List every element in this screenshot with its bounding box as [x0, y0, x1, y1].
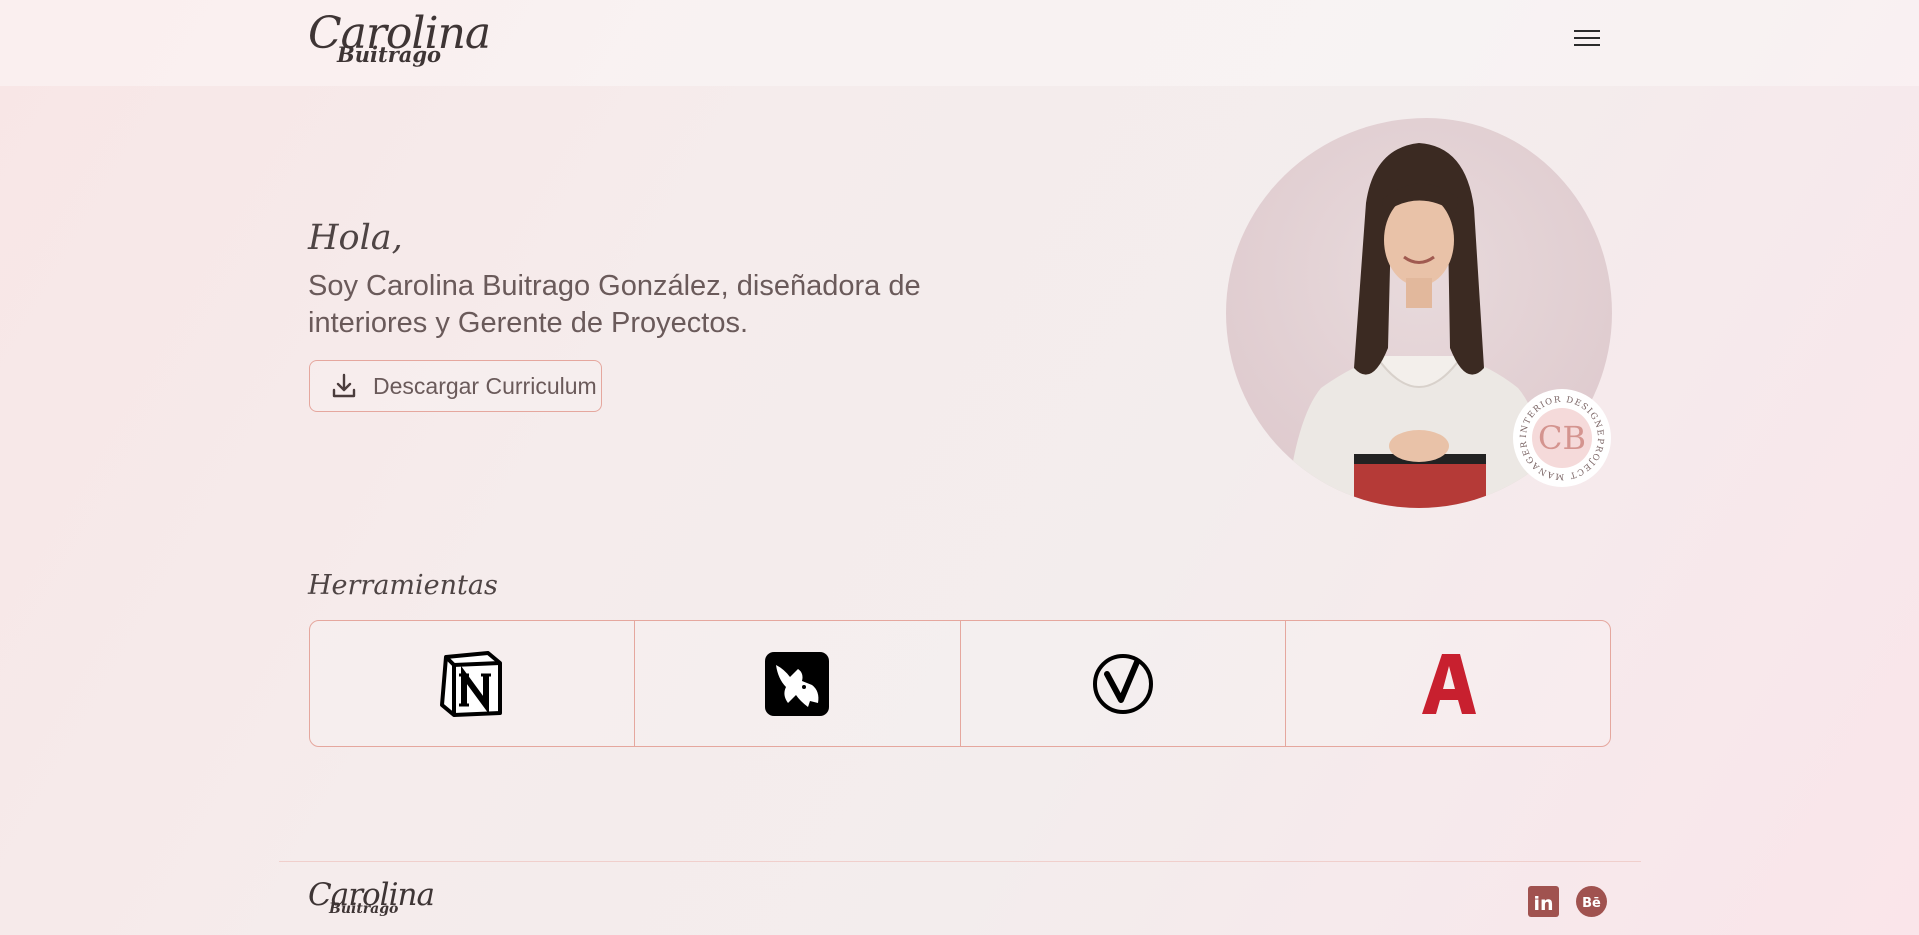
linkedin-glyph: in [1533, 893, 1553, 915]
vray-icon [1092, 653, 1153, 714]
badge-monogram: CB [1538, 419, 1586, 457]
download-icon [332, 373, 356, 398]
tools-title: Herramientas [308, 570, 498, 601]
behance-glyph: Bē [1582, 896, 1601, 911]
download-cv-button[interactable]: Descargar Curriculum [309, 360, 602, 412]
hero-greeting: Hola, [308, 218, 403, 258]
footer-divider [279, 861, 1641, 862]
hamburger-menu-icon[interactable] [1574, 30, 1600, 50]
rhino-icon [765, 651, 830, 716]
hero-intro-text: Soy Carolina Buitrago González, diseñado… [308, 270, 921, 339]
tools-grid [309, 620, 1611, 747]
top-navbar [0, 0, 1919, 86]
autocad-icon [1421, 653, 1476, 714]
tool-vray [961, 621, 1286, 746]
linkedin-icon[interactable]: in [1528, 886, 1559, 917]
footer-logo[interactable]: Carolina Buitrago [308, 880, 435, 917]
tool-notion [310, 621, 636, 746]
behance-icon[interactable]: Bē [1576, 886, 1607, 917]
notion-icon [440, 650, 503, 717]
download-cv-label: Descargar Curriculum [373, 372, 597, 399]
site-logo[interactable]: Carolina Buitrago [308, 12, 491, 66]
designer-badge: INTERIOR DESIGNER PROJECT MANAGER CB [1509, 382, 1611, 487]
tool-rhino [635, 621, 961, 746]
tool-autocad [1286, 621, 1610, 746]
